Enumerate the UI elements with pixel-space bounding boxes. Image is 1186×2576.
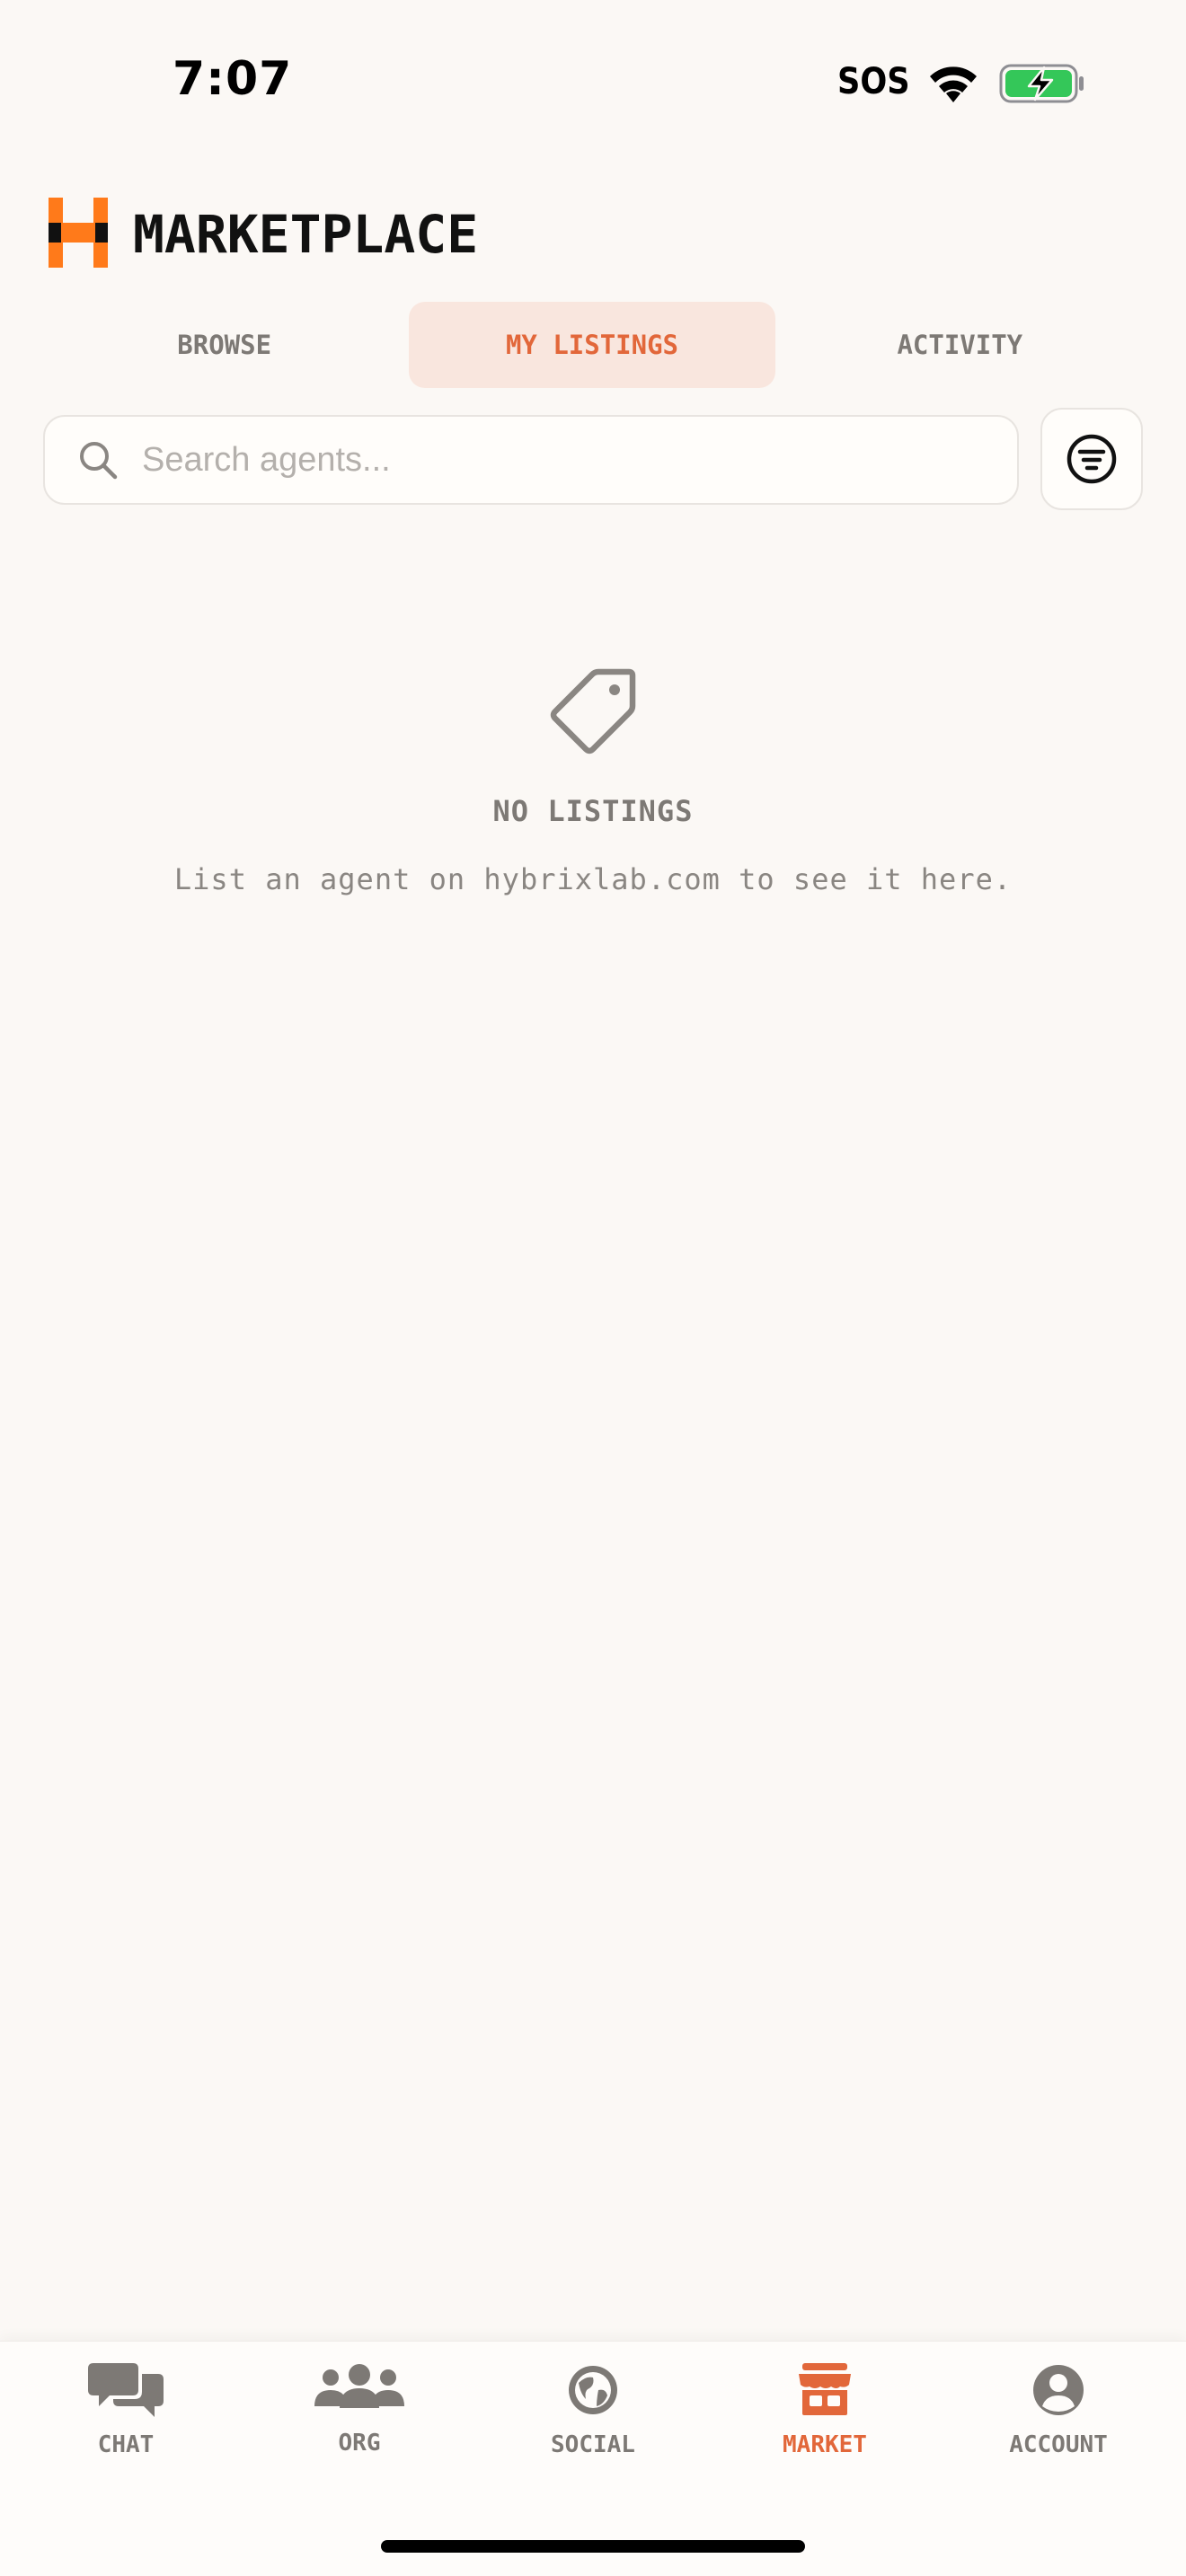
nav-label-org: ORG — [338, 2430, 381, 2457]
nav-item-org[interactable]: ORG — [270, 2342, 449, 2521]
nav-label-chat: CHAT — [97, 2431, 155, 2458]
globe-icon — [569, 2366, 617, 2414]
tab-activity[interactable]: ACTIVITY — [777, 302, 1143, 388]
storefront-icon — [799, 2363, 851, 2415]
filter-button[interactable] — [1040, 408, 1143, 510]
account-icon — [1033, 2365, 1084, 2415]
nav-label-account: ACCOUNT — [1009, 2431, 1108, 2458]
nav-item-social[interactable]: SOCIAL — [503, 2342, 683, 2521]
status-time: 7:07 — [173, 52, 293, 106]
nav-label-social: SOCIAL — [551, 2431, 635, 2458]
chat-bubbles-icon — [88, 2363, 164, 2417]
wifi-icon — [930, 66, 977, 102]
battery-charging-icon — [999, 64, 1084, 103]
empty-state-message: List an agent on hybrixlab.com to see it… — [173, 862, 1013, 896]
search-box — [43, 415, 1019, 505]
nav-item-chat[interactable]: CHAT — [36, 2342, 216, 2521]
nav-item-account[interactable]: ACCOUNT — [969, 2342, 1148, 2521]
page-title: MARKETPLACE — [133, 204, 479, 265]
tab-bar: BROWSE MY LISTINGS ACTIVITY — [41, 302, 1145, 388]
empty-state-title: NO LISTINGS — [492, 794, 694, 828]
search-input[interactable] — [142, 433, 1017, 487]
tab-browse[interactable]: BROWSE — [41, 302, 407, 388]
search-icon — [80, 442, 118, 480]
people-icon — [314, 2364, 404, 2408]
status-sos: SOS — [837, 61, 910, 102]
filter-icon — [1067, 434, 1117, 484]
home-indicator — [381, 2540, 805, 2553]
tab-my-listings[interactable]: MY LISTINGS — [409, 302, 775, 388]
status-bar: 7:07 SOS — [0, 0, 1186, 171]
nav-item-market[interactable]: MARKET — [735, 2342, 915, 2521]
tag-icon — [550, 668, 636, 754]
nav-label-market: MARKET — [783, 2431, 867, 2458]
hybrix-logo — [49, 198, 108, 268]
